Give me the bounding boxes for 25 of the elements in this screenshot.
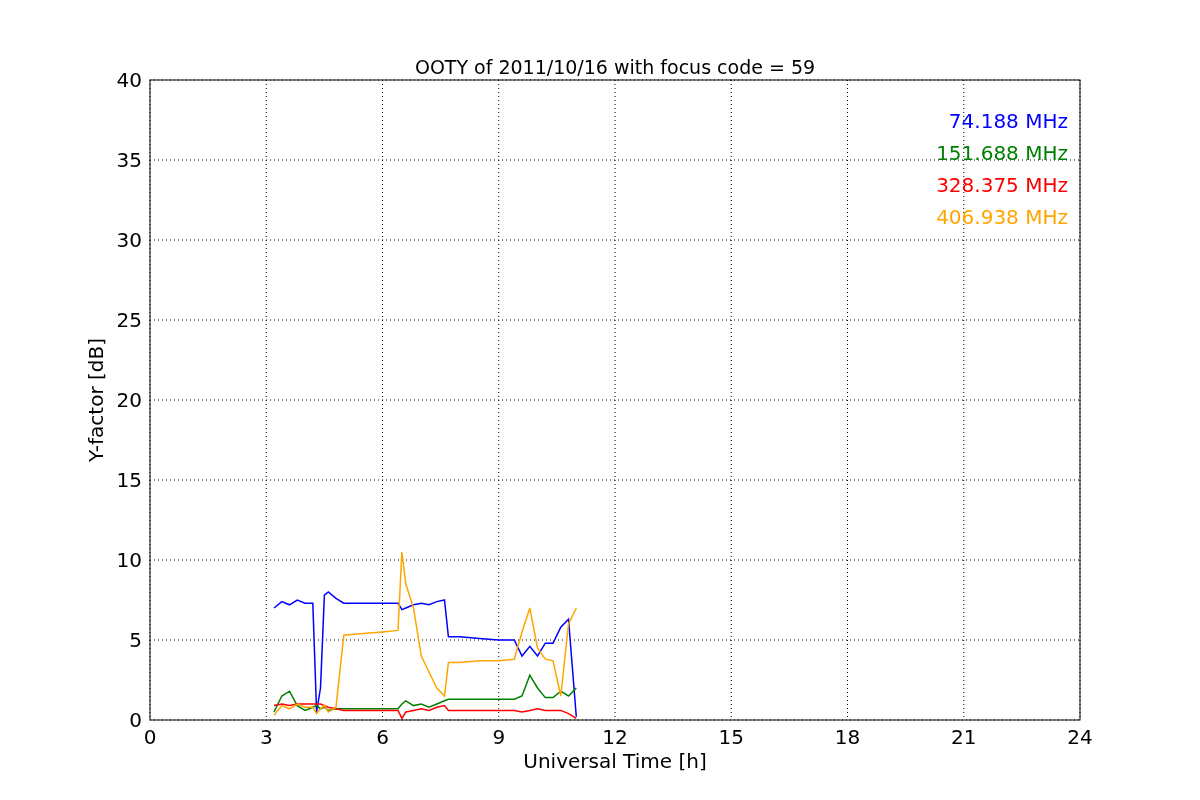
y-tick-label: 40 bbox=[116, 68, 142, 92]
y-tick-label: 15 bbox=[116, 468, 142, 492]
x-tick-label: 12 bbox=[602, 725, 628, 749]
x-tick-label: 9 bbox=[492, 725, 506, 749]
y-tick-label: 5 bbox=[129, 628, 142, 652]
x-tick-label: 15 bbox=[718, 725, 744, 749]
legend-label: 406.938 MHz bbox=[936, 205, 1068, 229]
x-axis-label: Universal Time [h] bbox=[523, 749, 707, 773]
x-tick-label: 21 bbox=[951, 725, 977, 749]
y-tick-label: 20 bbox=[116, 388, 142, 412]
y-tick-label: 10 bbox=[116, 548, 142, 572]
x-tick-label: 0 bbox=[143, 725, 157, 749]
legend-label: 328.375 MHz bbox=[936, 173, 1068, 197]
y-tick-label: 35 bbox=[116, 148, 142, 172]
y-tick-label: 25 bbox=[116, 308, 142, 332]
y-axis-label: Y-factor [dB] bbox=[84, 338, 108, 462]
x-tick-label: 6 bbox=[376, 725, 389, 749]
x-tick-label: 24 bbox=[1067, 725, 1093, 749]
y-tick-label: 30 bbox=[116, 228, 142, 252]
x-tick-label: 18 bbox=[834, 725, 861, 749]
chart-title: OOTY of 2011/10/16 with focus code = 59 bbox=[414, 56, 816, 78]
legend-label: 151.688 MHz bbox=[936, 141, 1068, 165]
legend-label: 74.188 MHz bbox=[948, 109, 1068, 133]
x-tick-label: 3 bbox=[259, 725, 273, 749]
y-tick-label: 0 bbox=[129, 708, 142, 732]
